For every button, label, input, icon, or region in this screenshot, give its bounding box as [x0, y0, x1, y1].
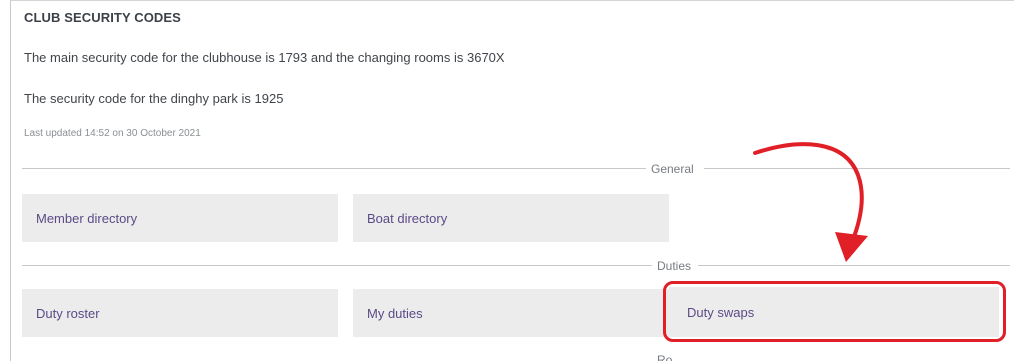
clubhouse-code-text: The main security code for the clubhouse… [24, 50, 505, 65]
member-directory-label: Member directory [36, 210, 138, 226]
boat-directory-label: Boat directory [367, 210, 448, 226]
last-updated-text: Last updated 14:52 on 30 October 2021 [24, 128, 201, 139]
duty-swaps-button[interactable]: Duty swaps [669, 287, 999, 337]
duty-roster-button[interactable]: Duty roster [22, 289, 338, 337]
my-duties-label: My duties [367, 305, 423, 321]
duties-divider-left [22, 265, 652, 266]
member-directory-button[interactable]: Member directory [22, 194, 338, 242]
duty-swaps-label: Duty swaps [687, 304, 755, 320]
security-codes-heading: CLUB SECURITY CODES [24, 10, 181, 25]
duties-section-label: Duties [657, 259, 692, 273]
general-divider-right [704, 168, 1010, 169]
boat-directory-button[interactable]: Boat directory [353, 194, 669, 242]
general-section-label: General [651, 162, 694, 176]
duties-divider-right [698, 265, 1010, 266]
general-divider-left [22, 168, 646, 169]
my-duties-button[interactable]: My duties [353, 289, 669, 337]
duty-roster-label: Duty roster [36, 305, 100, 321]
next-section-label-partial: Ro [657, 353, 673, 361]
dinghy-park-code-text: The security code for the dinghy park is… [24, 91, 284, 106]
